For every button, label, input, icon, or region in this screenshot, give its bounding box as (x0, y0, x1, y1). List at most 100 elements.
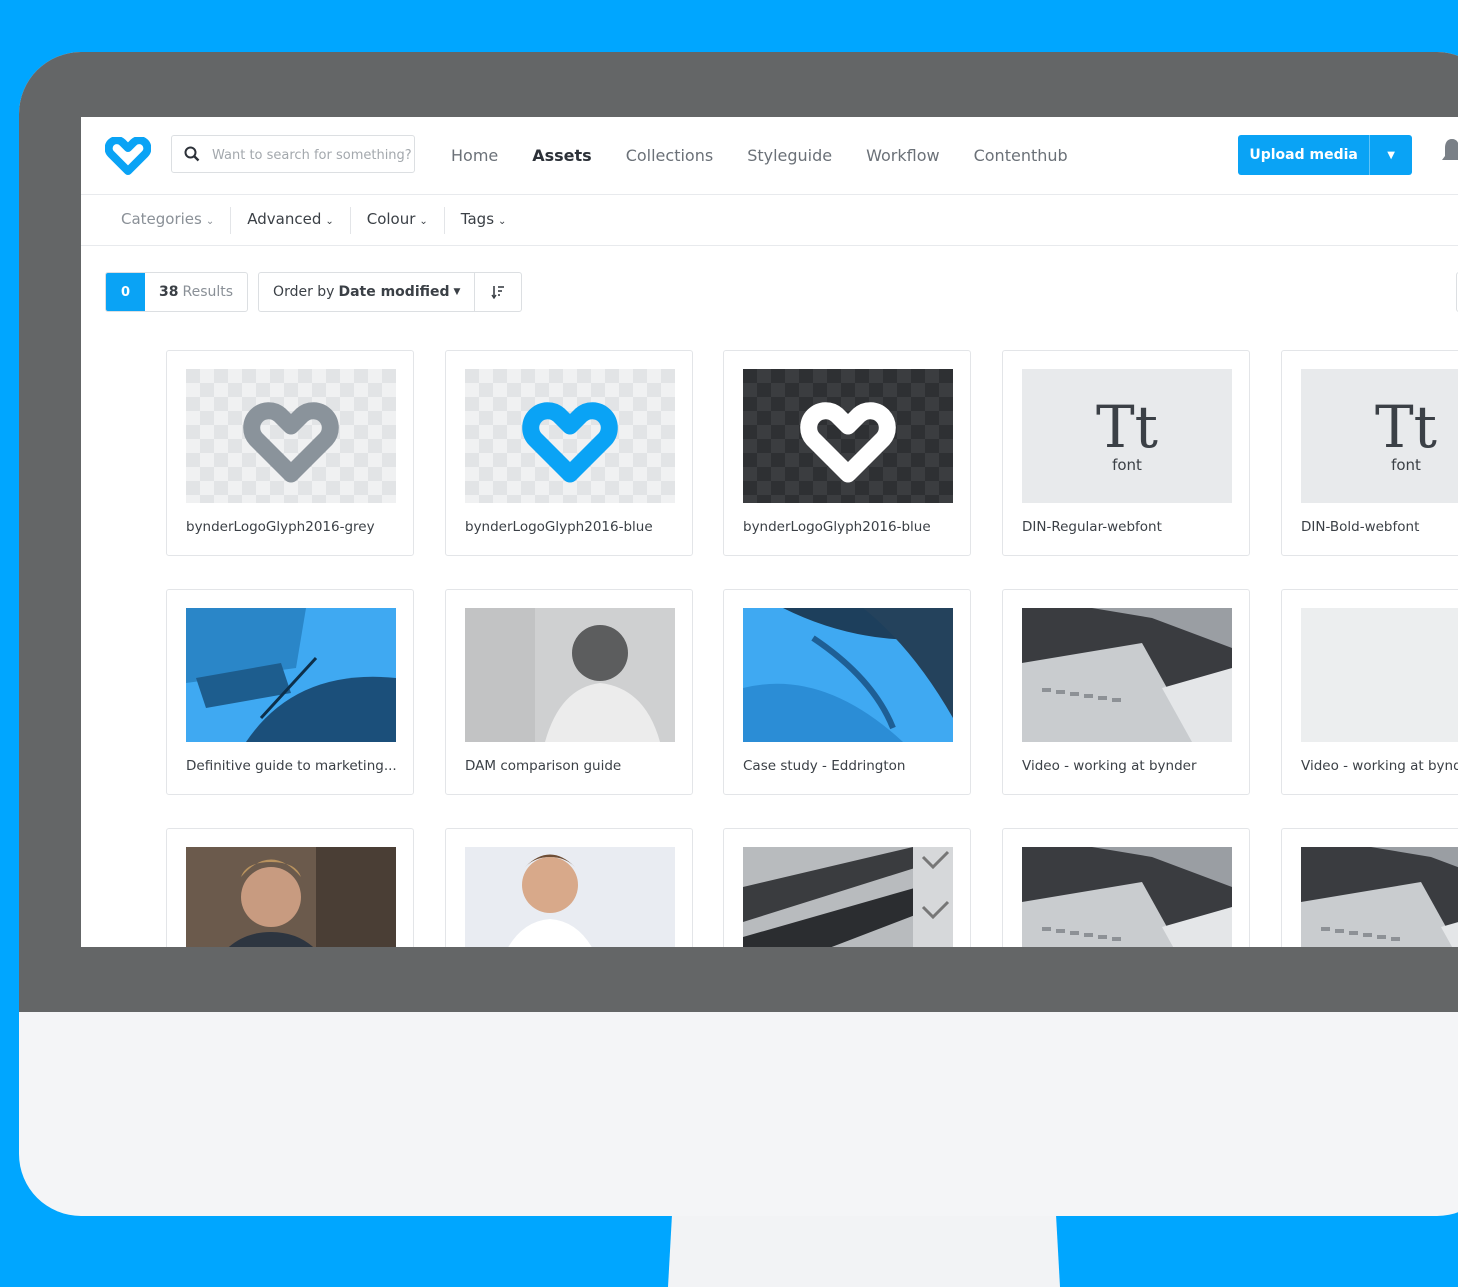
results-label: Results (182, 284, 234, 300)
filter-categories[interactable]: Categories ⌄ (81, 206, 232, 234)
asset-thumbnail[interactable] (186, 847, 396, 947)
asset-thumbnail[interactable] (1301, 608, 1458, 742)
asset-title: Case study - Eddrington (743, 758, 906, 774)
filter-advanced[interactable]: Advanced ⌄ (231, 206, 351, 234)
asset-thumbnail[interactable] (465, 608, 675, 742)
asset-card[interactable]: Tt font DIN-Bold-webfont (1281, 350, 1458, 556)
selected-count-badge[interactable]: 0 (106, 273, 145, 311)
asset-title: Video - working at bynder (1022, 758, 1197, 774)
asset-card[interactable]: bynderLogoGlyph2016-blue (723, 350, 971, 556)
search-input[interactable] (210, 136, 414, 174)
asset-title: bynderLogoGlyph2016-blue (465, 519, 653, 535)
bell-icon[interactable] (1441, 137, 1458, 167)
filter-tags[interactable]: Tags ⌄ (445, 207, 523, 234)
asset-thumbnail[interactable]: Tt font (1301, 369, 1458, 503)
chevron-down-icon: ⌄ (205, 215, 215, 227)
asset-card[interactable]: bynderLogoGlyph2016-blue (445, 350, 693, 556)
asset-card[interactable] (1002, 828, 1250, 947)
asset-card[interactable] (723, 828, 971, 947)
thumbnail-image (465, 847, 675, 947)
nav-home[interactable]: Home (451, 146, 498, 165)
results-toolbar: 0 38 Results Order by Date modified ▼ (105, 272, 523, 312)
filter-categories-label: Categories (121, 209, 202, 228)
filter-bar: Categories ⌄ Advanced ⌄ Colour ⌄ Tags ⌄ (81, 195, 1458, 246)
asset-card[interactable]: Case study - Eddrington (723, 589, 971, 795)
filter-advanced-label: Advanced (247, 209, 322, 228)
font-glyph: Tt (1375, 393, 1437, 461)
asset-card[interactable] (1281, 828, 1458, 947)
order-by-value: Date modified (338, 284, 450, 300)
filter-tags-label: Tags (460, 209, 495, 228)
thumbnail-image (1022, 847, 1232, 947)
nav-assets[interactable]: Assets (532, 146, 591, 165)
filter-colour-label: Colour (366, 209, 416, 228)
thumbnail-image (1301, 608, 1458, 742)
monitor-stand (668, 1216, 1060, 1287)
thumbnail-image (1301, 847, 1458, 947)
upload-media-button[interactable]: Upload media ▼ (1238, 135, 1412, 175)
sort-direction-button[interactable] (475, 273, 521, 311)
chevron-down-icon: ⌄ (325, 215, 334, 227)
nav-workflow[interactable]: Workflow (866, 146, 939, 165)
sort-descending-icon (491, 286, 505, 299)
asset-title: Video - working at bynder (1301, 758, 1458, 774)
asset-card[interactable]: Definitive guide to marketing... (166, 589, 414, 795)
results-number: 38 (159, 284, 179, 300)
asset-card[interactable]: Video - working at bynder (1281, 589, 1458, 795)
thumbnail-image (465, 369, 675, 503)
font-label: font (1391, 456, 1421, 474)
asset-thumbnail[interactable] (743, 847, 953, 947)
asset-thumbnail[interactable] (465, 847, 675, 947)
asset-thumbnail[interactable] (1022, 847, 1232, 947)
chevron-down-icon: ⌄ (498, 215, 507, 227)
asset-card[interactable]: DAM comparison guide (445, 589, 693, 795)
asset-card[interactable]: Tt font DIN-Regular-webfont (1002, 350, 1250, 556)
results-count: 38 Results (145, 273, 247, 311)
asset-card[interactable]: Video - working at bynder (1002, 589, 1250, 795)
font-label: font (1112, 456, 1142, 474)
thumbnail-image (186, 847, 396, 947)
upload-dropdown-caret-icon[interactable]: ▼ (1370, 150, 1412, 161)
app-screen: Home Assets Collections Styleguide Workf… (81, 117, 1458, 947)
thumbnail-image: Tt font (1022, 369, 1232, 503)
asset-card[interactable] (445, 828, 693, 947)
thumbnail-image: Tt font (1301, 369, 1458, 503)
order-by-prefix: Order by (273, 284, 335, 300)
thumbnail-image (186, 369, 396, 503)
bynder-logo-icon[interactable] (105, 137, 151, 175)
thumbnail-image (743, 847, 953, 947)
nav-styleguide[interactable]: Styleguide (747, 146, 832, 165)
search-icon (184, 146, 200, 162)
upload-media-label: Upload media (1238, 135, 1371, 175)
caret-down-icon: ▼ (453, 287, 461, 297)
order-control: Order by Date modified ▼ (258, 272, 523, 312)
thumbnail-image (186, 608, 396, 742)
asset-thumbnail[interactable] (186, 369, 396, 503)
thumbnail-image (743, 608, 953, 742)
thumbnail-image (1022, 608, 1232, 742)
asset-thumbnail[interactable] (743, 608, 953, 742)
asset-title: bynderLogoGlyph2016-grey (186, 519, 375, 535)
font-glyph: Tt (1096, 393, 1158, 461)
main-nav: Home Assets Collections Styleguide Workf… (451, 117, 1102, 194)
asset-title: bynderLogoGlyph2016-blue (743, 519, 931, 535)
asset-thumbnail[interactable] (1301, 847, 1458, 947)
thumbnail-image (465, 608, 675, 742)
order-by-dropdown[interactable]: Order by Date modified ▼ (259, 273, 476, 311)
top-bar: Home Assets Collections Styleguide Workf… (81, 117, 1458, 195)
nav-collections[interactable]: Collections (626, 146, 713, 165)
asset-card[interactable] (166, 828, 414, 947)
asset-thumbnail[interactable] (743, 369, 953, 503)
asset-thumbnail[interactable] (1022, 608, 1232, 742)
asset-title: Definitive guide to marketing... (186, 758, 397, 774)
nav-contenthub[interactable]: Contenthub (974, 146, 1068, 165)
filter-colour[interactable]: Colour ⌄ (351, 206, 445, 234)
asset-thumbnail[interactable]: Tt font (1022, 369, 1232, 503)
thumbnail-image (743, 369, 953, 503)
asset-card[interactable]: bynderLogoGlyph2016-grey (166, 350, 414, 556)
monitor: Home Assets Collections Styleguide Workf… (19, 52, 1458, 1216)
asset-thumbnail[interactable] (186, 608, 396, 742)
results-counter: 0 38 Results (105, 272, 249, 312)
asset-thumbnail[interactable] (465, 369, 675, 503)
search-box[interactable] (171, 135, 415, 174)
